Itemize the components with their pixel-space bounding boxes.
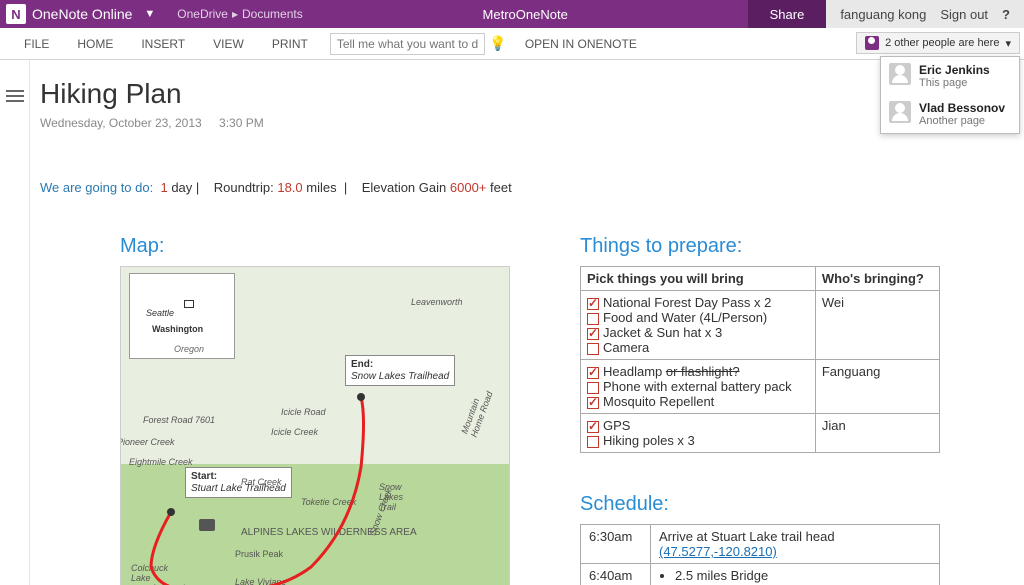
ribbon: FILE HOME INSERT VIEW PRINT 💡 OPEN IN ON… (0, 28, 1024, 60)
breadcrumb-root[interactable]: OneDrive (177, 7, 228, 21)
page-title[interactable]: Hiking Plan (40, 78, 1024, 110)
content-area: Hiking Plan Wednesday, October 23, 2013 … (0, 60, 1024, 585)
checkbox[interactable] (587, 397, 599, 409)
presence-summary: 2 other people are here (885, 37, 999, 49)
app-logo: N (6, 4, 26, 24)
presence-name: Vlad Bessonov (919, 101, 1005, 115)
chevron-down-icon: ▾ (1005, 37, 1011, 50)
schedule-heading: Schedule: (580, 493, 940, 516)
tab-file[interactable]: FILE (10, 37, 63, 51)
nav-toggle-column (0, 60, 30, 585)
table-row: Headlamp or flashlight?Phone with extern… (581, 360, 940, 414)
who-cell: Fanguang (815, 360, 939, 414)
trip-summary[interactable]: We are going to do: 1 day | Roundtrip: 1… (40, 180, 1024, 195)
presence-location: Another page (919, 115, 1005, 127)
open-in-onenote-button[interactable]: OPEN IN ONENOTE (525, 37, 637, 51)
tab-view[interactable]: VIEW (199, 37, 258, 51)
presence-person[interactable]: Eric Jenkins This page (881, 57, 1019, 95)
avatar (889, 63, 911, 85)
tab-home[interactable]: HOME (63, 37, 127, 51)
elevation-label: Elevation Gain (362, 180, 447, 195)
title-bar: N OneNote Online ▼ OneDrive ▸ Documents … (0, 0, 1024, 28)
page-canvas[interactable]: Hiking Plan Wednesday, October 23, 2013 … (30, 60, 1024, 585)
table-row: 6:30am Arrive at Stuart Lake trail head … (581, 525, 940, 564)
who-cell: Wei (815, 291, 939, 360)
presence-person[interactable]: Vlad Bessonov Another page (881, 95, 1019, 133)
share-button[interactable]: Share (748, 0, 827, 28)
page-time: 3:30 PM (219, 116, 264, 130)
user-area: fanguang kong Sign out ? (826, 0, 1024, 28)
presence-dropdown: Eric Jenkins This page Vlad Bessonov Ano… (880, 56, 1020, 134)
presence-indicator: 2 other people are here ▾ Eric Jenkins T… (856, 32, 1020, 54)
tell-me-input[interactable] (330, 33, 485, 55)
map-heading: Map: (120, 235, 520, 258)
checkbox[interactable] (587, 298, 599, 310)
help-button[interactable]: ? (1002, 7, 1010, 22)
presence-location: This page (919, 77, 990, 89)
sign-out-link[interactable]: Sign out (940, 7, 988, 22)
elevation-value: 6000+ (450, 180, 487, 195)
sched-time: 6:30am (581, 525, 651, 564)
schedule-table[interactable]: 6:30am Arrive at Stuart Lake trail head … (580, 524, 940, 585)
sched-time: 6:40am (581, 564, 651, 585)
summary-prefix: We are going to do: (40, 180, 153, 195)
summary-days: 1 (160, 180, 167, 195)
checkbox[interactable] (587, 313, 599, 325)
map-image[interactable]: Seattle Washington Oregon Leavenworth St… (120, 266, 510, 585)
tab-print[interactable]: PRINT (258, 37, 322, 51)
checkbox[interactable] (587, 367, 599, 379)
hamburger-icon[interactable] (6, 90, 24, 104)
people-icon (865, 36, 879, 50)
prepare-table[interactable]: Pick things you will bring Who's bringin… (580, 266, 940, 453)
who-cell: Jian (815, 414, 939, 453)
current-user[interactable]: fanguang kong (840, 7, 926, 22)
coords-link[interactable]: (47.5277,-120.8210) (659, 544, 777, 559)
checkbox[interactable] (587, 343, 599, 355)
app-name: OneNote Online (32, 6, 132, 22)
lightbulb-icon[interactable]: 💡 (489, 35, 507, 53)
table-row: 6:40am 2.5 miles Bridge 1.6 miles Colchu… (581, 564, 940, 585)
app-menu-chevron[interactable]: ▼ (144, 8, 155, 20)
table-row: National Forest Day Pass x 2Food and Wat… (581, 291, 940, 360)
prep-col-items: Pick things you will bring (581, 267, 816, 291)
roundtrip-value: 18.0 (277, 180, 302, 195)
avatar (889, 101, 911, 123)
checkbox[interactable] (587, 421, 599, 433)
checkbox[interactable] (587, 328, 599, 340)
document-name: MetroOneNote (303, 7, 748, 22)
prep-col-who: Who's bringing? (815, 267, 939, 291)
breadcrumb-folder[interactable]: Documents (242, 7, 303, 21)
breadcrumb: OneDrive ▸ Documents (177, 7, 302, 21)
page-date: Wednesday, October 23, 2013 (40, 116, 202, 130)
checkbox[interactable] (587, 382, 599, 394)
presence-button[interactable]: 2 other people are here ▾ (856, 32, 1020, 54)
tab-insert[interactable]: INSERT (127, 37, 199, 51)
roundtrip-label: Roundtrip: (214, 180, 274, 195)
presence-name: Eric Jenkins (919, 63, 990, 77)
table-row: GPSHiking poles x 3Jian (581, 414, 940, 453)
page-timestamp: Wednesday, October 23, 2013 3:30 PM (40, 116, 1024, 130)
checkbox[interactable] (587, 436, 599, 448)
trail-path (121, 267, 510, 585)
prepare-heading: Things to prepare: (580, 235, 940, 258)
